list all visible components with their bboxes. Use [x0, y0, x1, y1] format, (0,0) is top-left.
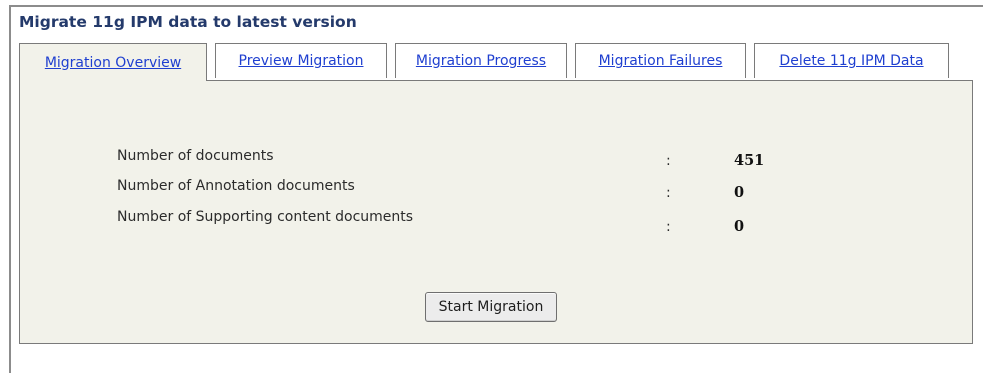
- tab-preview-migration[interactable]: Preview Migration: [215, 43, 387, 78]
- supporting-content-documents-value: 0: [734, 218, 745, 235]
- tab-bar: Migration Overview Preview Migration Mig…: [19, 43, 957, 81]
- tab-migration-progress[interactable]: Migration Progress: [395, 43, 567, 78]
- separator-colon: :: [666, 153, 671, 169]
- page-title: Migrate 11g IPM data to latest version: [19, 13, 357, 31]
- supporting-content-documents-label: Number of Supporting content documents: [117, 209, 414, 225]
- tab-migration-failures[interactable]: Migration Failures: [575, 43, 746, 78]
- annotation-documents-value: 0: [734, 184, 745, 201]
- start-migration-button[interactable]: Start Migration: [425, 292, 557, 322]
- tab-label: Preview Migration: [238, 53, 364, 69]
- documents-count-value: 451: [734, 152, 765, 169]
- tab-label: Migration Progress: [415, 53, 547, 69]
- tab-label: Delete 11g IPM Data: [779, 53, 924, 69]
- tab-label: Migration Failures: [598, 53, 723, 69]
- tab-delete-11g-ipm-data[interactable]: Delete 11g IPM Data: [754, 43, 949, 78]
- separator-colon: :: [666, 185, 671, 201]
- tab-migration-overview[interactable]: Migration Overview: [19, 43, 207, 81]
- tab-label: Migration Overview: [44, 54, 182, 71]
- documents-count-label: Number of documents: [117, 148, 274, 164]
- migration-overview-panel: Number of documents : 451 Number of Anno…: [19, 80, 973, 344]
- separator-colon: :: [666, 219, 671, 235]
- annotation-documents-label: Number of Annotation documents: [117, 178, 355, 194]
